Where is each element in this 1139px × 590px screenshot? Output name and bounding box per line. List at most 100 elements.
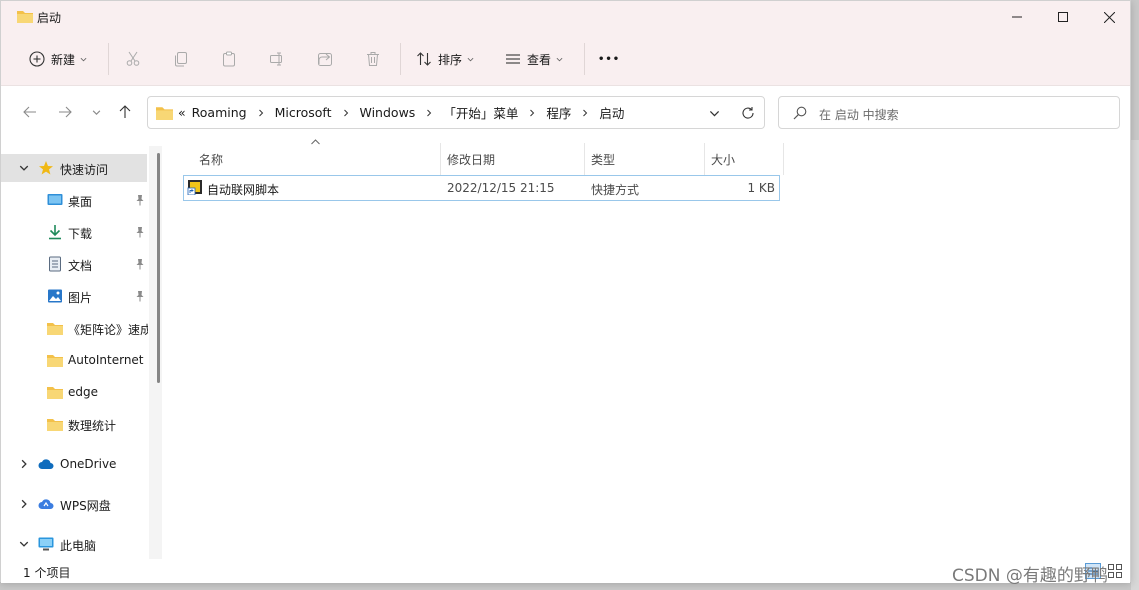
file-list: 名称 修改日期 类型 大小 自动联网脚本 2022/12/15 21:15 快捷… xyxy=(164,136,1130,559)
minimize-button[interactable] xyxy=(994,1,1040,33)
arrow-up-icon xyxy=(119,105,131,118)
view-label: 查看 xyxy=(527,52,552,67)
recent-locations-button[interactable] xyxy=(86,102,106,122)
breadcrumb-item-microsoft[interactable]: Microsoft xyxy=(275,105,332,120)
document-icon xyxy=(49,256,61,272)
close-icon xyxy=(1103,11,1115,23)
large-icons-view-icon[interactable] xyxy=(1107,563,1123,579)
share-button[interactable] xyxy=(317,46,333,72)
maximize-button[interactable] xyxy=(1040,1,1086,33)
sidebar-item-label: 图片 xyxy=(68,291,93,305)
pin-icon xyxy=(136,195,144,206)
breadcrumb-item-roaming[interactable]: Roaming xyxy=(192,105,247,120)
folder-icon xyxy=(47,419,63,431)
sidebar-item-downloads[interactable]: 下载 xyxy=(1,218,147,246)
search-input[interactable]: 在 启动 中搜索 xyxy=(819,106,899,123)
pin-icon xyxy=(136,227,144,238)
pin-icon xyxy=(136,291,144,302)
column-header-date[interactable]: 修改日期 xyxy=(447,143,577,175)
chevron-right-icon[interactable] xyxy=(257,109,265,117)
sidebar-item-desktop[interactable]: 桌面 xyxy=(1,186,147,214)
refresh-icon[interactable] xyxy=(741,106,755,120)
sidebar-item-matrix-folder[interactable]: 《矩阵论》速成 xyxy=(1,314,148,342)
breadcrumb-overflow[interactable]: « xyxy=(178,105,186,120)
search-icon xyxy=(793,106,807,120)
toolbar-separator xyxy=(584,43,585,75)
forward-button[interactable] xyxy=(55,102,75,122)
title-bar[interactable]: 启动 xyxy=(1,1,1130,33)
new-button[interactable]: 新建 xyxy=(29,46,87,72)
cut-button[interactable] xyxy=(125,46,141,72)
sidebar-item-edge[interactable]: edge xyxy=(1,378,147,406)
desktop-background-strip xyxy=(1131,140,1139,590)
up-button[interactable] xyxy=(115,102,135,122)
chevron-down-icon[interactable] xyxy=(709,108,720,119)
command-bar: 新建 排序 查看 ••• xyxy=(1,33,1130,86)
toolbar-separator xyxy=(108,43,109,75)
sidebar-item-quick-access[interactable]: 快速访问 xyxy=(1,154,147,182)
sidebar-item-onedrive[interactable]: OneDrive xyxy=(1,450,147,478)
file-name: 自动联网脚本 xyxy=(207,183,280,197)
sidebar-item-documents[interactable]: 文档 xyxy=(1,250,147,278)
paste-button[interactable] xyxy=(221,46,237,72)
chevron-right-icon[interactable] xyxy=(425,109,433,117)
sidebar-scrollbar-thumb[interactable] xyxy=(157,153,160,383)
navigation-pane: 快速访问 桌面 下载 文档 图片 《矩阵论》速成 AutoInternet ed… xyxy=(1,146,161,559)
search-box[interactable]: 在 启动 中搜索 xyxy=(778,96,1120,129)
sidebar-item-pictures[interactable]: 图片 xyxy=(1,282,147,310)
sidebar-item-this-pc[interactable]: 此电脑 xyxy=(1,530,147,558)
address-bar[interactable]: « Roaming Microsoft Windows 「开始」菜单 程序 启动 xyxy=(147,96,765,129)
sidebar-item-label: 下载 xyxy=(68,227,93,241)
chevron-right-icon[interactable] xyxy=(19,459,29,469)
sidebar-item-statistics[interactable]: 数理统计 xyxy=(1,410,147,438)
column-divider[interactable] xyxy=(704,143,705,175)
share-icon xyxy=(318,53,332,66)
column-divider[interactable] xyxy=(783,143,784,175)
chevron-down-icon[interactable] xyxy=(19,539,29,549)
chevron-right-icon[interactable] xyxy=(581,109,589,117)
breadcrumb-item-startup[interactable]: 启动 xyxy=(599,103,624,122)
folder-icon xyxy=(156,107,173,120)
desktop-icon xyxy=(47,194,63,205)
sidebar-item-autointernet[interactable]: AutoInternet xyxy=(1,346,147,374)
star-icon xyxy=(39,161,53,175)
breadcrumb-item-programs[interactable]: 程序 xyxy=(546,103,571,122)
chevron-down-icon xyxy=(92,109,100,115)
file-date: 2022/12/15 21:15 xyxy=(447,181,555,195)
breadcrumb-item-windows[interactable]: Windows xyxy=(360,105,416,120)
chevron-right-icon[interactable] xyxy=(342,109,350,117)
navigation-row: « Roaming Microsoft Windows 「开始」菜单 程序 启动… xyxy=(1,86,1130,136)
back-button[interactable] xyxy=(20,102,40,122)
sidebar-scrollbar[interactable] xyxy=(149,146,162,559)
chevron-right-icon[interactable] xyxy=(528,109,536,117)
breadcrumb-item-start-menu[interactable]: 「开始」菜单 xyxy=(443,103,518,122)
column-header-size[interactable]: 大小 xyxy=(711,143,781,175)
more-options-button[interactable]: ••• xyxy=(598,46,620,72)
download-icon xyxy=(49,225,61,240)
delete-button[interactable] xyxy=(365,46,381,72)
sort-label: 排序 xyxy=(438,52,463,67)
column-header-type[interactable]: 类型 xyxy=(591,143,701,175)
table-row[interactable]: 自动联网脚本 2022/12/15 21:15 快捷方式 1 KB xyxy=(183,175,780,201)
sidebar-item-label: 数理统计 xyxy=(68,419,117,433)
minimize-icon xyxy=(1012,16,1022,18)
chevron-right-icon[interactable] xyxy=(19,499,29,509)
cloud-icon xyxy=(38,459,54,469)
column-header-name[interactable]: 名称 xyxy=(199,143,439,175)
sidebar-item-label: 《矩阵论》速成 xyxy=(68,323,148,337)
view-button[interactable]: 查看 xyxy=(505,46,563,72)
column-divider[interactable] xyxy=(584,143,585,175)
copy-button[interactable] xyxy=(173,46,189,72)
rename-button[interactable] xyxy=(269,46,285,72)
sidebar-item-label: 快速访问 xyxy=(60,163,109,177)
sidebar-item-label: 文档 xyxy=(68,259,93,273)
sort-button[interactable]: 排序 xyxy=(416,46,474,72)
chevron-down-icon[interactable] xyxy=(19,163,29,173)
sidebar-item-wps[interactable]: WPS网盘 xyxy=(1,490,147,518)
more-icon: ••• xyxy=(598,53,621,65)
column-divider[interactable] xyxy=(440,143,441,175)
view-list-icon xyxy=(506,54,520,64)
close-button[interactable] xyxy=(1086,1,1132,33)
paste-icon xyxy=(223,51,235,67)
folder-icon xyxy=(47,387,63,399)
